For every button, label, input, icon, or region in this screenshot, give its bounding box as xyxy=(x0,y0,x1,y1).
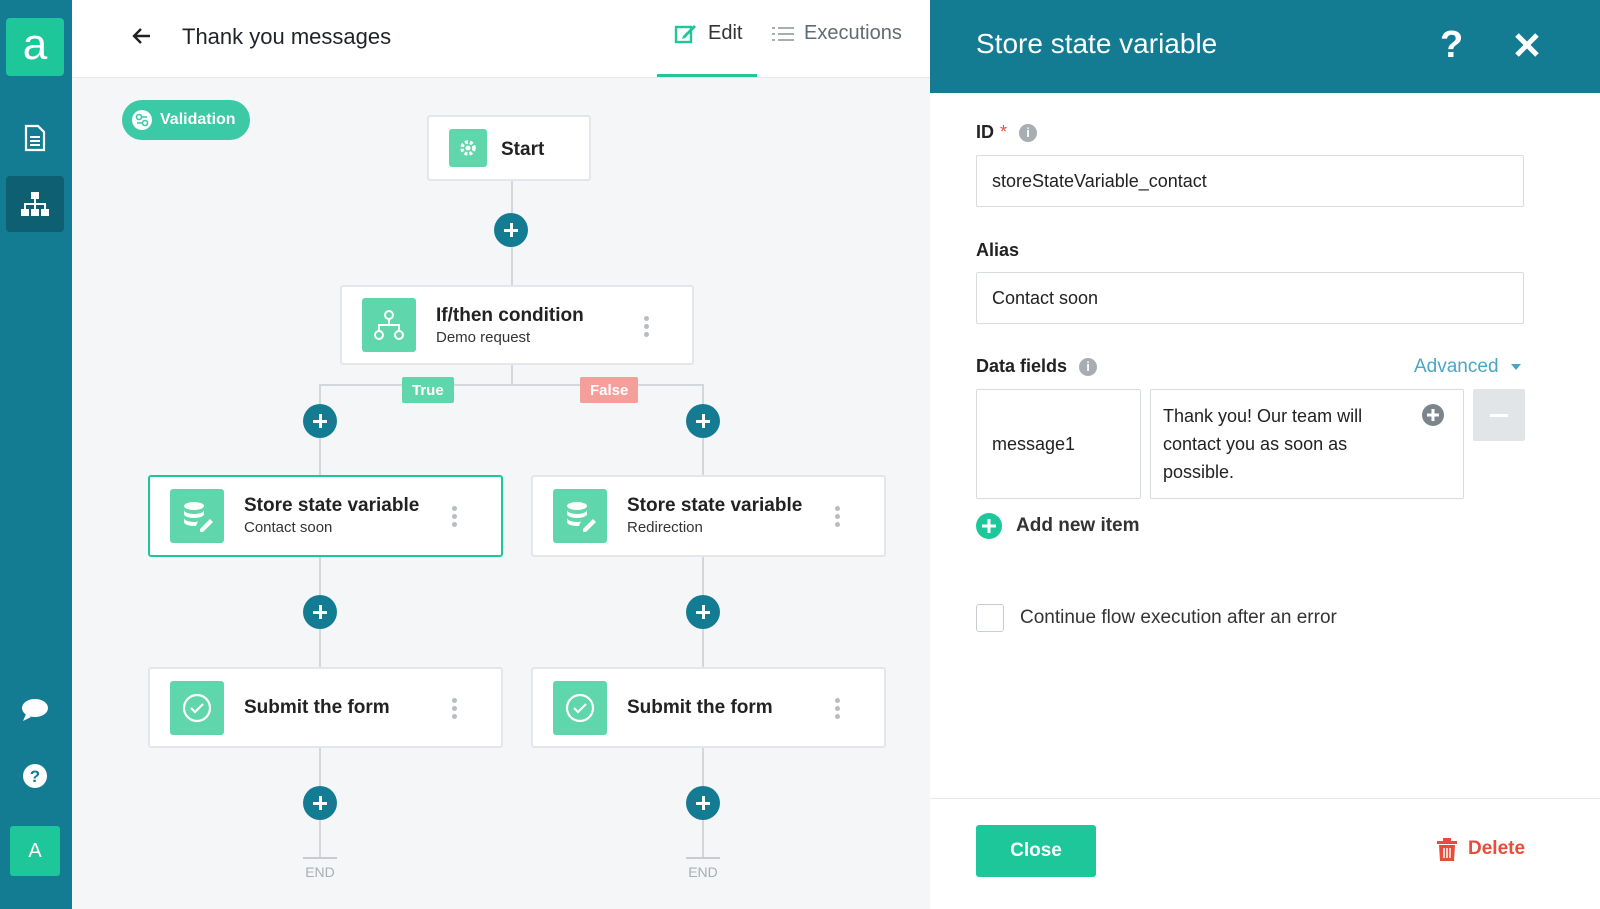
store-left-title: Store state variable xyxy=(244,495,420,516)
add-item-label: Add new item xyxy=(1016,515,1140,536)
add-step-button[interactable] xyxy=(686,595,720,629)
flow-icon[interactable] xyxy=(6,176,64,232)
help-icon[interactable]: ? xyxy=(6,748,64,804)
panel-title: Store state variable xyxy=(976,28,1218,59)
data-fields-label-text: Data fields xyxy=(976,356,1068,376)
store-right-title: Store state variable xyxy=(627,495,803,516)
store-left-subtitle: Contact soon xyxy=(244,519,333,536)
store-variable-node-left[interactable]: Store state variable Contact soon xyxy=(148,475,503,557)
chat-icon[interactable] xyxy=(6,682,64,738)
id-label-text: ID xyxy=(976,122,994,142)
condition-subtitle: Demo request xyxy=(436,329,531,346)
branch-icon xyxy=(362,298,416,352)
check-circle-icon xyxy=(170,681,224,735)
more-options-icon[interactable] xyxy=(644,316,650,337)
add-step-button[interactable] xyxy=(303,595,337,629)
connector xyxy=(319,384,704,386)
panel-header: Store state variable ? xyxy=(930,0,1600,93)
submit-form-node-left[interactable]: Submit the form xyxy=(148,667,503,748)
svg-text:?: ? xyxy=(30,767,40,786)
trash-icon xyxy=(1437,838,1457,861)
gear-icon xyxy=(449,129,487,167)
sidebar: a ? A xyxy=(0,0,72,909)
minus-icon xyxy=(1490,413,1508,417)
header: Thank you messages Edit Executions xyxy=(72,0,930,78)
end-marker xyxy=(686,857,720,859)
add-step-button[interactable] xyxy=(686,404,720,438)
add-step-button[interactable] xyxy=(494,213,528,247)
submit-form-node-right[interactable]: Submit the form xyxy=(531,667,886,748)
store-variable-node-right[interactable]: Store state variable Redirection xyxy=(531,475,886,557)
database-edit-icon xyxy=(553,489,607,543)
remove-field-button[interactable] xyxy=(1473,389,1525,441)
check-circle-icon xyxy=(553,681,607,735)
info-icon[interactable]: i xyxy=(1019,123,1038,142)
avatar[interactable]: A xyxy=(10,826,60,876)
page-title: Thank you messages xyxy=(182,24,392,49)
store-right-subtitle: Redirection xyxy=(627,519,703,536)
delete-button[interactable]: Delete xyxy=(1436,836,1525,862)
tab-edit-label: Edit xyxy=(708,22,743,44)
id-input[interactable]: storeStateVariable_contact xyxy=(976,155,1524,207)
add-step-button[interactable] xyxy=(686,786,720,820)
continue-on-error-row[interactable]: Continue flow execution after an error xyxy=(976,604,1337,632)
data-field-value-text: Thank you! Our team will contact you as … xyxy=(1163,406,1363,482)
submit-left-title: Submit the form xyxy=(244,697,390,718)
start-node[interactable]: Start xyxy=(427,115,591,181)
list-icon xyxy=(772,26,794,41)
advanced-dropdown[interactable]: Advanced xyxy=(1414,356,1521,378)
app-logo[interactable]: a xyxy=(6,18,64,76)
validation-icon xyxy=(132,110,152,130)
add-step-button[interactable] xyxy=(303,404,337,438)
info-icon[interactable]: i xyxy=(1079,357,1098,376)
id-label: ID * i xyxy=(976,122,1038,143)
data-fields-label: Data fields i xyxy=(976,356,1098,377)
alias-input[interactable]: Contact soon xyxy=(976,272,1524,324)
more-options-icon[interactable] xyxy=(452,506,458,527)
active-tab-indicator xyxy=(657,74,757,77)
flow-canvas[interactable]: Validation Start If/then condition Demo … xyxy=(72,78,930,909)
continue-on-error-checkbox[interactable] xyxy=(976,604,1004,632)
advanced-label: Advanced xyxy=(1414,356,1499,377)
add-step-button[interactable] xyxy=(303,786,337,820)
footer-divider xyxy=(930,798,1600,799)
true-branch-tag: True xyxy=(402,377,454,403)
question-icon[interactable]: ? xyxy=(1440,24,1463,67)
required-marker: * xyxy=(1000,122,1008,142)
end-label: END xyxy=(688,864,718,880)
end-marker xyxy=(303,857,337,859)
close-icon[interactable] xyxy=(1512,30,1542,60)
condition-node[interactable]: If/then condition Demo request xyxy=(340,285,694,365)
document-icon[interactable] xyxy=(6,110,64,166)
add-new-item-button[interactable]: Add new item xyxy=(976,513,1140,539)
continue-on-error-label: Continue flow execution after an error xyxy=(1020,607,1337,628)
database-edit-icon xyxy=(170,489,224,543)
edit-icon xyxy=(674,24,696,43)
tab-executions[interactable]: Executions xyxy=(772,22,902,45)
close-button[interactable]: Close xyxy=(976,825,1096,877)
validation-badge[interactable]: Validation xyxy=(122,100,250,140)
plus-circle-icon xyxy=(976,513,1002,539)
condition-title: If/then condition xyxy=(436,305,584,326)
submit-right-title: Submit the form xyxy=(627,697,773,718)
alias-label: Alias xyxy=(976,240,1020,260)
data-field-key-input[interactable]: message1 xyxy=(976,389,1141,499)
add-field-icon[interactable] xyxy=(1422,404,1444,426)
end-label: END xyxy=(305,864,335,880)
data-field-value-input[interactable]: Thank you! Our team will contact you as … xyxy=(1150,389,1464,499)
delete-label: Delete xyxy=(1468,838,1526,859)
chevron-down-icon xyxy=(1510,364,1521,370)
tab-edit[interactable]: Edit xyxy=(674,22,742,45)
connector xyxy=(511,364,513,386)
validation-label: Validation xyxy=(160,111,236,128)
false-branch-tag: False xyxy=(580,377,639,403)
back-arrow-icon[interactable] xyxy=(130,24,154,48)
start-label: Start xyxy=(501,139,545,160)
more-options-icon[interactable] xyxy=(452,698,458,719)
tab-executions-label: Executions xyxy=(804,22,902,44)
properties-panel: Store state variable ? ID * i storeStateV… xyxy=(930,0,1600,909)
more-options-icon[interactable] xyxy=(835,698,841,719)
more-options-icon[interactable] xyxy=(835,506,841,527)
